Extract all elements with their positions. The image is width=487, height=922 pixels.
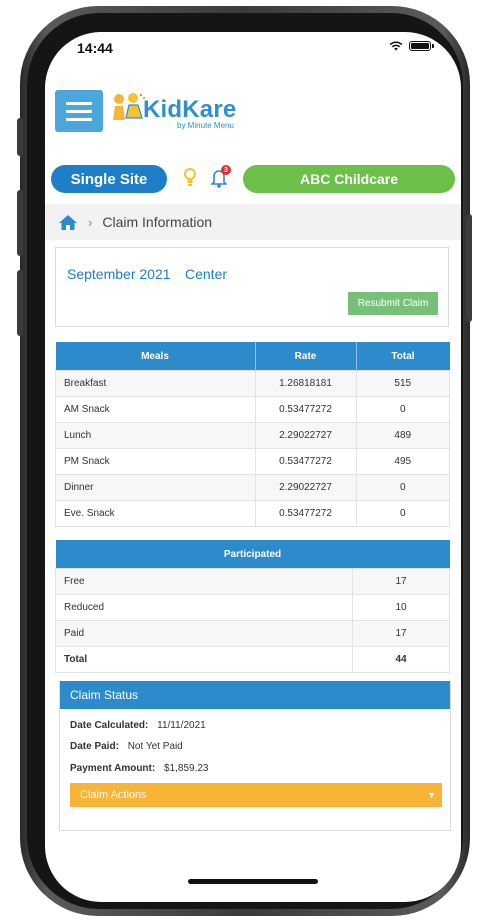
column-header-meals: Meals <box>55 342 256 371</box>
participated-table: Participated Free 17 Reduced 10 Paid 17 … <box>55 540 450 673</box>
claim-actions-dropdown[interactable]: Claim Actions ▼ <box>70 783 442 807</box>
meal-rate: 1.26818181 <box>254 370 357 397</box>
home-indicator[interactable] <box>188 879 318 884</box>
wifi-icon <box>389 41 403 51</box>
date-paid-label: Date Paid: <box>70 741 119 752</box>
meal-name: Lunch <box>55 422 256 449</box>
claim-status-title: Claim Status <box>60 681 450 709</box>
status-time: 14:44 <box>77 40 113 56</box>
meal-name: Breakfast <box>55 370 256 397</box>
date-paid-value: Not Yet Paid <box>127 741 183 752</box>
date-calculated-value: 11/11/2021 <box>157 720 206 731</box>
meals-table: Meals Rate Total Breakfast 1.26818181 51… <box>55 342 450 527</box>
date-calculated-label: Date Calculated: <box>70 720 149 731</box>
meal-total: 489 <box>355 422 450 449</box>
table-row: PM Snack 0.53477272 495 <box>55 448 450 475</box>
table-row: Eve. Snack 0.53477272 0 <box>55 500 450 527</box>
logo-wordmark: KidKare <box>143 96 237 123</box>
meal-name: AM Snack <box>55 396 256 423</box>
meal-rate: 0.53477272 <box>254 500 357 527</box>
table-row: Dinner 2.29022727 0 <box>55 474 450 501</box>
participation-count: 44 <box>352 646 450 673</box>
claim-status-card: Claim Status Date Calculated: 11/11/2021… <box>59 681 451 831</box>
column-header-participated: Participated <box>55 540 450 569</box>
claim-header-card: September 2021 Center Resubmit Claim <box>55 247 449 327</box>
meal-rate: 0.53477272 <box>254 396 357 423</box>
status-icons <box>389 41 434 51</box>
table-row: AM Snack 0.53477272 0 <box>55 396 450 423</box>
table-row-total: Total 44 <box>55 646 450 673</box>
notification-badge: 3 <box>221 165 231 175</box>
meal-total: 515 <box>355 370 450 397</box>
participation-category: Paid <box>55 620 353 647</box>
participation-count: 10 <box>352 594 450 621</box>
meal-total: 0 <box>355 396 450 423</box>
meal-total: 0 <box>355 500 450 527</box>
table-row: Reduced 10 <box>55 594 450 621</box>
chevron-right-icon: › <box>88 214 93 230</box>
meal-name: Eve. Snack <box>55 500 256 527</box>
logo-tagline: by Minute Menu <box>177 121 234 130</box>
resubmit-claim-button[interactable]: Resubmit Claim <box>348 292 438 315</box>
center-select-button[interactable]: ABC Childcare <box>243 165 455 193</box>
kids-logo-icon <box>113 93 145 120</box>
menu-bar <box>66 109 92 113</box>
breadcrumb-current: Claim Information <box>102 214 213 230</box>
phone-side-button <box>17 190 23 256</box>
table-row: Breakfast 1.26818181 515 <box>55 370 450 397</box>
date-paid-row: Date Paid: Not Yet Paid <box>70 741 183 752</box>
phone-side-button <box>17 118 23 156</box>
caret-down-icon: ▼ <box>427 790 436 800</box>
meal-total: 495 <box>355 448 450 475</box>
column-header-rate: Rate <box>255 342 357 371</box>
menu-bar <box>66 117 92 121</box>
participation-category: Total <box>55 646 353 673</box>
claim-actions-label: Claim Actions <box>80 789 147 801</box>
kidkare-logo: KidKare by Minute Menu <box>111 88 261 134</box>
meal-rate: 2.29022727 <box>254 474 357 501</box>
payment-amount-row: Payment Amount: $1,859.23 <box>70 763 208 774</box>
breadcrumb: › Claim Information <box>45 204 461 240</box>
payment-amount-value: $1,859.23 <box>163 763 209 774</box>
participation-count: 17 <box>352 620 450 647</box>
date-calculated-row: Date Calculated: 11/11/2021 <box>70 720 206 731</box>
meal-total: 0 <box>355 474 450 501</box>
single-site-button[interactable]: Single Site <box>51 165 167 193</box>
table-row: Free 17 <box>55 568 450 595</box>
home-icon[interactable] <box>59 214 77 230</box>
battery-icon <box>409 41 434 51</box>
phone-side-button <box>17 270 23 336</box>
claim-period: September 2021 <box>67 266 171 282</box>
table-row: Lunch 2.29022727 489 <box>55 422 450 449</box>
hamburger-menu-button[interactable] <box>55 90 103 132</box>
meal-rate: 2.29022727 <box>254 422 357 449</box>
participation-category: Free <box>55 568 353 595</box>
column-header-total: Total <box>356 342 450 371</box>
participation-category: Reduced <box>55 594 353 621</box>
meal-name: Dinner <box>55 474 256 501</box>
lightbulb-icon[interactable] <box>183 167 197 189</box>
app-screen: 14:44 KidKare by Minute Menu Single Site <box>45 32 461 902</box>
meal-name: PM Snack <box>55 448 256 475</box>
payment-amount-label: Payment Amount: <box>70 763 156 774</box>
phone-side-button <box>466 214 472 322</box>
table-row: Paid 17 <box>55 620 450 647</box>
menu-bar <box>66 101 92 105</box>
meal-rate: 0.53477272 <box>254 448 357 475</box>
claim-type: Center <box>185 266 228 282</box>
participation-count: 17 <box>352 568 450 595</box>
